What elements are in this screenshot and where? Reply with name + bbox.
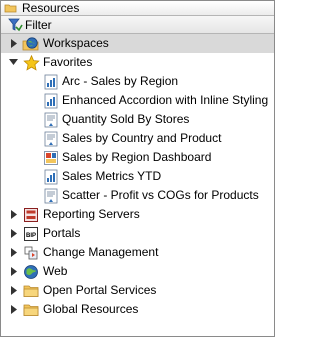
report-chart-icon — [42, 168, 60, 185]
expand-arrow-icon[interactable] — [9, 210, 18, 219]
tree-node-web[interactable]: Web — [1, 262, 274, 281]
filter-funnel-icon — [7, 17, 23, 33]
favorite-item[interactable]: Enhanced Accordion with Inline Styling — [1, 91, 274, 110]
panel-titlebar: Resources — [1, 1, 274, 16]
tree-node-label: Portals — [43, 226, 81, 240]
globe-folder-icon — [22, 35, 40, 52]
tree-node-label: Workspaces — [43, 36, 109, 50]
favorite-item-label: Sales by Country and Product — [62, 131, 222, 145]
expand-arrow-icon[interactable] — [9, 229, 18, 238]
favorite-item[interactable]: Scatter - Profit vs COGs for Products — [1, 186, 274, 205]
tree-node-label: Open Portal Services — [43, 283, 157, 297]
favorite-item-label: Quantity Sold By Stores — [62, 112, 190, 126]
favorite-item-label: Scatter - Profit vs COGs for Products — [62, 188, 259, 202]
tree-node-reporting-servers[interactable]: Reporting Servers — [1, 205, 274, 224]
resources-panel: Resources Filter Workspaces Favorites Ar… — [0, 0, 275, 337]
web-globe-icon — [22, 263, 40, 280]
tree-node-change-management[interactable]: Change Management — [1, 243, 274, 262]
expand-arrow-icon[interactable] — [9, 267, 18, 276]
tree-node-workspaces[interactable]: Workspaces — [1, 34, 274, 53]
tree-node-label: Favorites — [43, 55, 93, 69]
favorite-item[interactable]: Sales Metrics YTD — [1, 167, 274, 186]
server-icon — [22, 206, 40, 223]
portal-badge-text: BIP — [26, 233, 36, 239]
folder-icon — [22, 282, 40, 299]
expand-arrow-icon[interactable] — [9, 39, 18, 48]
tree-node-label: Web — [43, 264, 68, 278]
star-icon — [22, 54, 40, 71]
favorite-item-label: Sales Metrics YTD — [62, 169, 162, 183]
expand-arrow-icon[interactable] — [9, 286, 18, 295]
favorite-item[interactable]: Arc - Sales by Region — [1, 72, 274, 91]
dashboard-icon — [42, 149, 60, 166]
favorite-item-label: Enhanced Accordion with Inline Styling — [62, 93, 269, 107]
filter-label: Filter — [25, 17, 52, 32]
tree-node-label: Reporting Servers — [43, 207, 140, 221]
tree-node-open-portal-services[interactable]: Open Portal Services — [1, 281, 274, 300]
favorite-item[interactable]: Sales by Country and Product — [1, 129, 274, 148]
favorite-item-label: Arc - Sales by Region — [62, 74, 179, 88]
bip-portal-icon: BIP — [22, 225, 40, 242]
folder-breadcrumb-icon — [4, 3, 20, 13]
favorite-item-label: Sales by Region Dashboard — [62, 150, 212, 164]
tree-node-label: Change Management — [43, 245, 159, 259]
tree-node-favorites[interactable]: Favorites — [1, 53, 274, 72]
resource-tree: Workspaces Favorites Arc - Sales by Regi… — [1, 34, 274, 319]
tree-node-global-resources[interactable]: Global Resources — [1, 300, 274, 319]
panel-title: Resources — [22, 1, 80, 15]
report-document-icon — [42, 111, 60, 128]
folder-icon — [22, 301, 40, 318]
report-chart-icon — [42, 92, 60, 109]
report-document-icon — [42, 130, 60, 147]
expand-arrow-icon[interactable] — [9, 248, 18, 257]
filter-button[interactable]: Filter — [1, 16, 274, 34]
change-management-icon — [22, 244, 40, 261]
report-document-icon — [42, 187, 60, 204]
expand-arrow-icon[interactable] — [9, 305, 18, 314]
favorite-item[interactable]: Sales by Region Dashboard — [1, 148, 274, 167]
collapse-arrow-icon[interactable] — [9, 58, 18, 67]
favorite-item[interactable]: Quantity Sold By Stores — [1, 110, 274, 129]
tree-node-label: Global Resources — [43, 302, 139, 316]
report-chart-icon — [42, 73, 60, 90]
tree-node-portals[interactable]: BIP Portals — [1, 224, 274, 243]
